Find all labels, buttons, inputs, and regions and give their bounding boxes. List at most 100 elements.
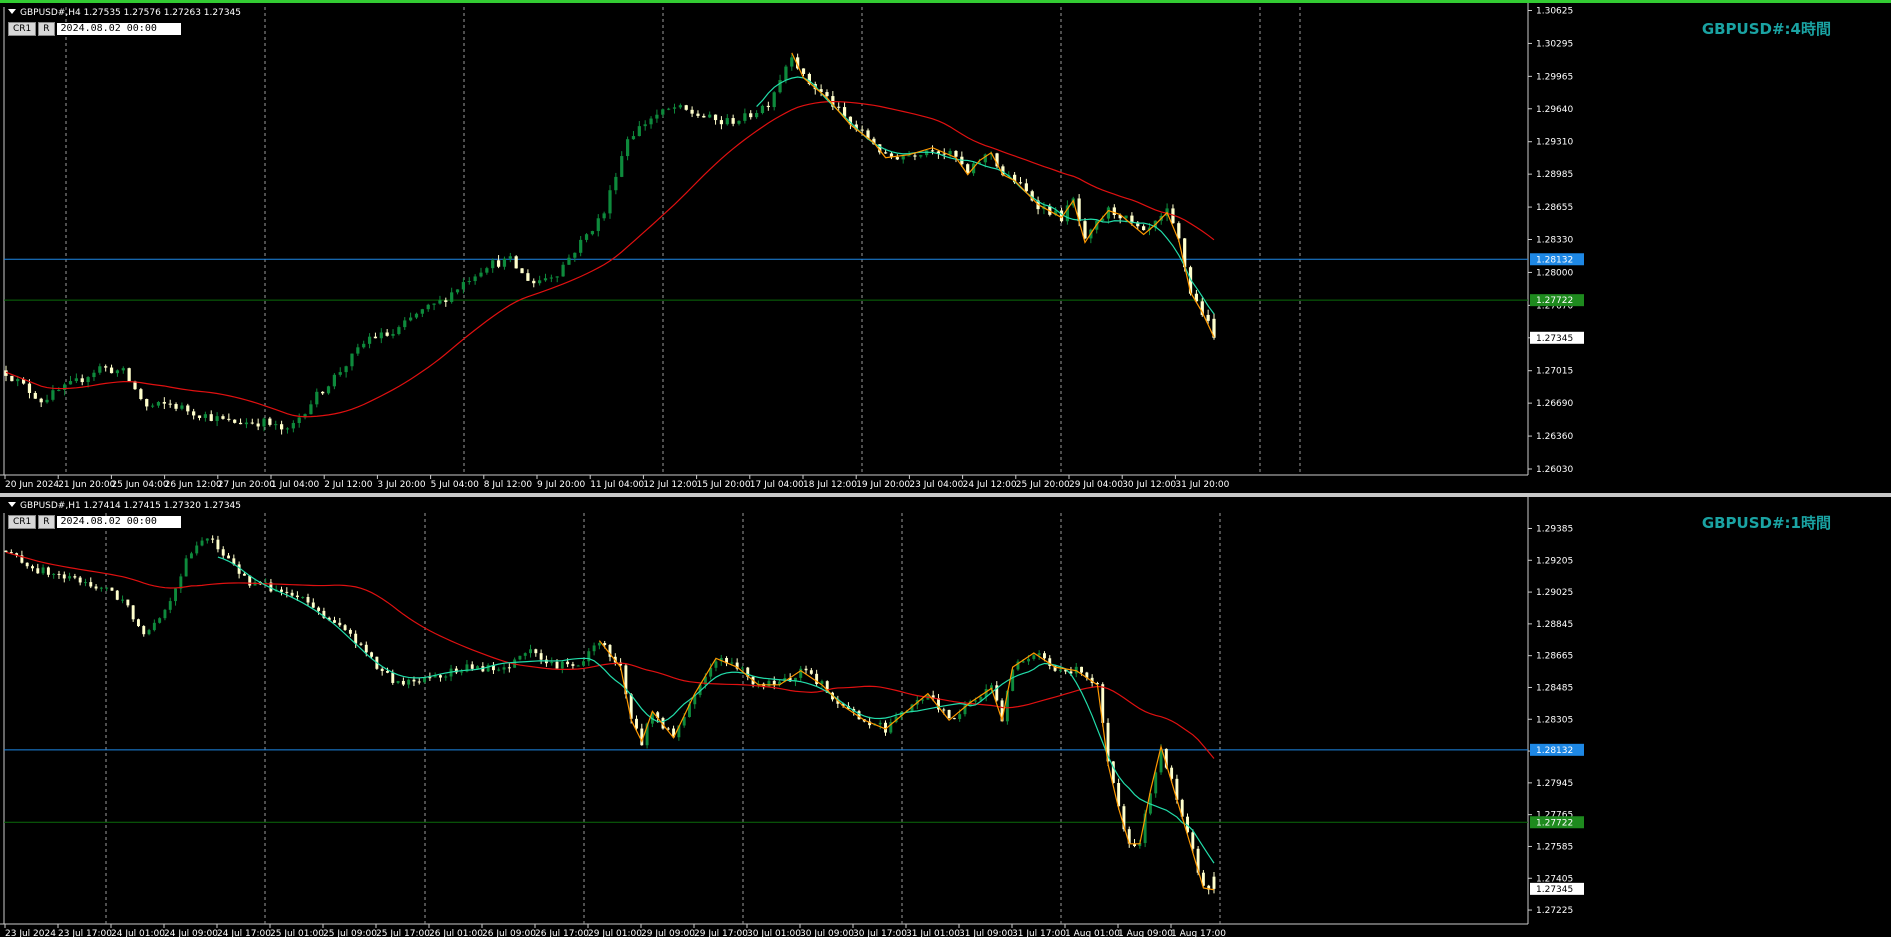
candle-bear	[913, 155, 917, 157]
candle-bull	[625, 139, 630, 157]
candle-bull	[502, 667, 506, 670]
candle-bear	[227, 418, 231, 420]
candle-bull	[301, 596, 305, 598]
price-tick-label: 1.26360	[1536, 432, 1573, 442]
candle-bear	[31, 566, 34, 569]
h4-chart-pane[interactable]: 1.30625 1.30295 1.29965 1.29640 1.29310 1.289…	[0, 0, 1891, 494]
green-level-tag: 1.27722	[1536, 818, 1573, 828]
candle-bull	[587, 651, 591, 662]
zigzag-line	[791, 52, 1215, 338]
candle-bull	[661, 109, 665, 115]
candle-bull	[1058, 669, 1062, 671]
h1-cr1-button[interactable]: CR1	[8, 515, 37, 529]
candle-bear	[1112, 207, 1116, 215]
h4-cr1-button[interactable]: CR1	[8, 22, 37, 36]
h1-chart-canvas[interactable]: 1.29385 1.29205 1.29025 1.28845 1.28665 1.284…	[0, 497, 1891, 937]
candle-bear	[719, 120, 724, 125]
candle-bear	[370, 652, 374, 657]
time-tick-label: 25 Jul 17:00	[376, 929, 430, 937]
price-tick-label: 1.28665	[1536, 652, 1573, 662]
candle-bear	[555, 661, 559, 669]
candle-bull	[438, 300, 442, 304]
candle-bear	[242, 573, 246, 576]
h1-r-button[interactable]: R	[38, 515, 55, 529]
candle-bull	[620, 156, 624, 177]
candle-bull	[725, 118, 729, 125]
time-tick-label: 18 Jul 12:00	[803, 480, 857, 490]
h1-date-input[interactable]: 2024.08.02 00:00	[56, 516, 181, 528]
h4-date-input[interactable]: 2024.08.02 00:00	[56, 23, 181, 35]
candle-bear	[942, 709, 946, 711]
candle-bear	[142, 626, 146, 635]
collapse-triangle-icon[interactable]	[8, 9, 16, 14]
zigzag-line	[598, 640, 1215, 891]
candle-bull	[672, 107, 677, 109]
candle-bull	[403, 320, 407, 328]
candle-bear	[317, 607, 321, 611]
candle-bull	[730, 662, 734, 664]
price-tick-label: 1.26030	[1536, 465, 1573, 475]
candle-bull	[121, 368, 125, 371]
candle-bull	[878, 722, 882, 725]
candle-bull	[592, 645, 596, 652]
candle-bull	[974, 700, 978, 702]
candle-bear	[507, 667, 511, 669]
candle-bear	[428, 677, 432, 679]
price-tick-label: 1.27225	[1536, 906, 1573, 916]
candle-bear	[168, 403, 172, 405]
candle-bull	[156, 402, 161, 406]
candle-bear	[109, 367, 114, 374]
candle-bull	[158, 618, 162, 623]
candle-bull	[737, 120, 741, 124]
candle-bull	[590, 231, 595, 235]
candle-bear	[470, 664, 474, 669]
candle-bull	[332, 374, 337, 387]
candle-bear	[696, 113, 700, 116]
price-tick-label: 1.30295	[1536, 39, 1573, 49]
price-tick-label: 1.28485	[1536, 683, 1573, 693]
candle-bull	[184, 558, 188, 577]
time-tick-label: 24 Jul 12:00	[963, 480, 1017, 490]
candle-bull	[174, 588, 178, 602]
candle-bull	[518, 655, 522, 660]
candle-bear	[895, 157, 899, 160]
candle-bull	[637, 126, 641, 137]
candle-bull	[215, 416, 219, 421]
candle-bull	[163, 609, 167, 619]
time-tick-label: 25 Jul 20:00	[1016, 480, 1070, 490]
candle-bull	[315, 391, 319, 405]
time-tick-label: 31 Jul 01:00	[906, 929, 960, 937]
candle-bear	[702, 115, 706, 118]
candle-bear	[386, 671, 389, 673]
time-tick-label: 23 Jul 17:00	[58, 929, 112, 937]
time-tick-label: 26 Jul 01:00	[429, 929, 483, 937]
candle-bull	[476, 666, 480, 669]
h1-chart-pane[interactable]: 1.29385 1.29205 1.29025 1.28845 1.28665 1.284…	[0, 497, 1891, 937]
candle-bear	[311, 602, 315, 608]
candle-bull	[397, 327, 401, 334]
time-tick-label: 9 Jul 20:00	[537, 480, 586, 490]
collapse-triangle-icon[interactable]	[8, 502, 16, 507]
candle-bear	[4, 550, 8, 553]
price-tick-label: 1.27405	[1536, 874, 1573, 884]
candle-bull	[784, 66, 788, 81]
time-tick-label: 30 Jul 17:00	[853, 929, 907, 937]
candle-bear	[256, 423, 260, 427]
candle-bull	[205, 538, 209, 541]
candle-bull	[195, 545, 199, 554]
candle-bull	[708, 114, 712, 118]
candle-bear	[115, 590, 119, 600]
candle-bear	[539, 653, 543, 660]
h4-chart-canvas[interactable]: 1.30625 1.30295 1.29965 1.29640 1.29310 1.289…	[0, 3, 1891, 494]
candle-bull	[168, 601, 172, 610]
h4-r-button[interactable]: R	[38, 22, 55, 36]
time-tick-label: 29 Jul 04:00	[1069, 480, 1123, 490]
time-tick-label: 25 Jul 01:00	[270, 929, 324, 937]
candle-bull	[356, 347, 360, 354]
candle-bear	[343, 625, 347, 630]
blue-level-tag: 1.28132	[1536, 746, 1573, 756]
candle-bear	[73, 576, 77, 578]
candle-bear	[952, 718, 956, 720]
candle-bull	[602, 213, 606, 219]
time-tick-label: 12 Jul 12:00	[643, 480, 697, 490]
